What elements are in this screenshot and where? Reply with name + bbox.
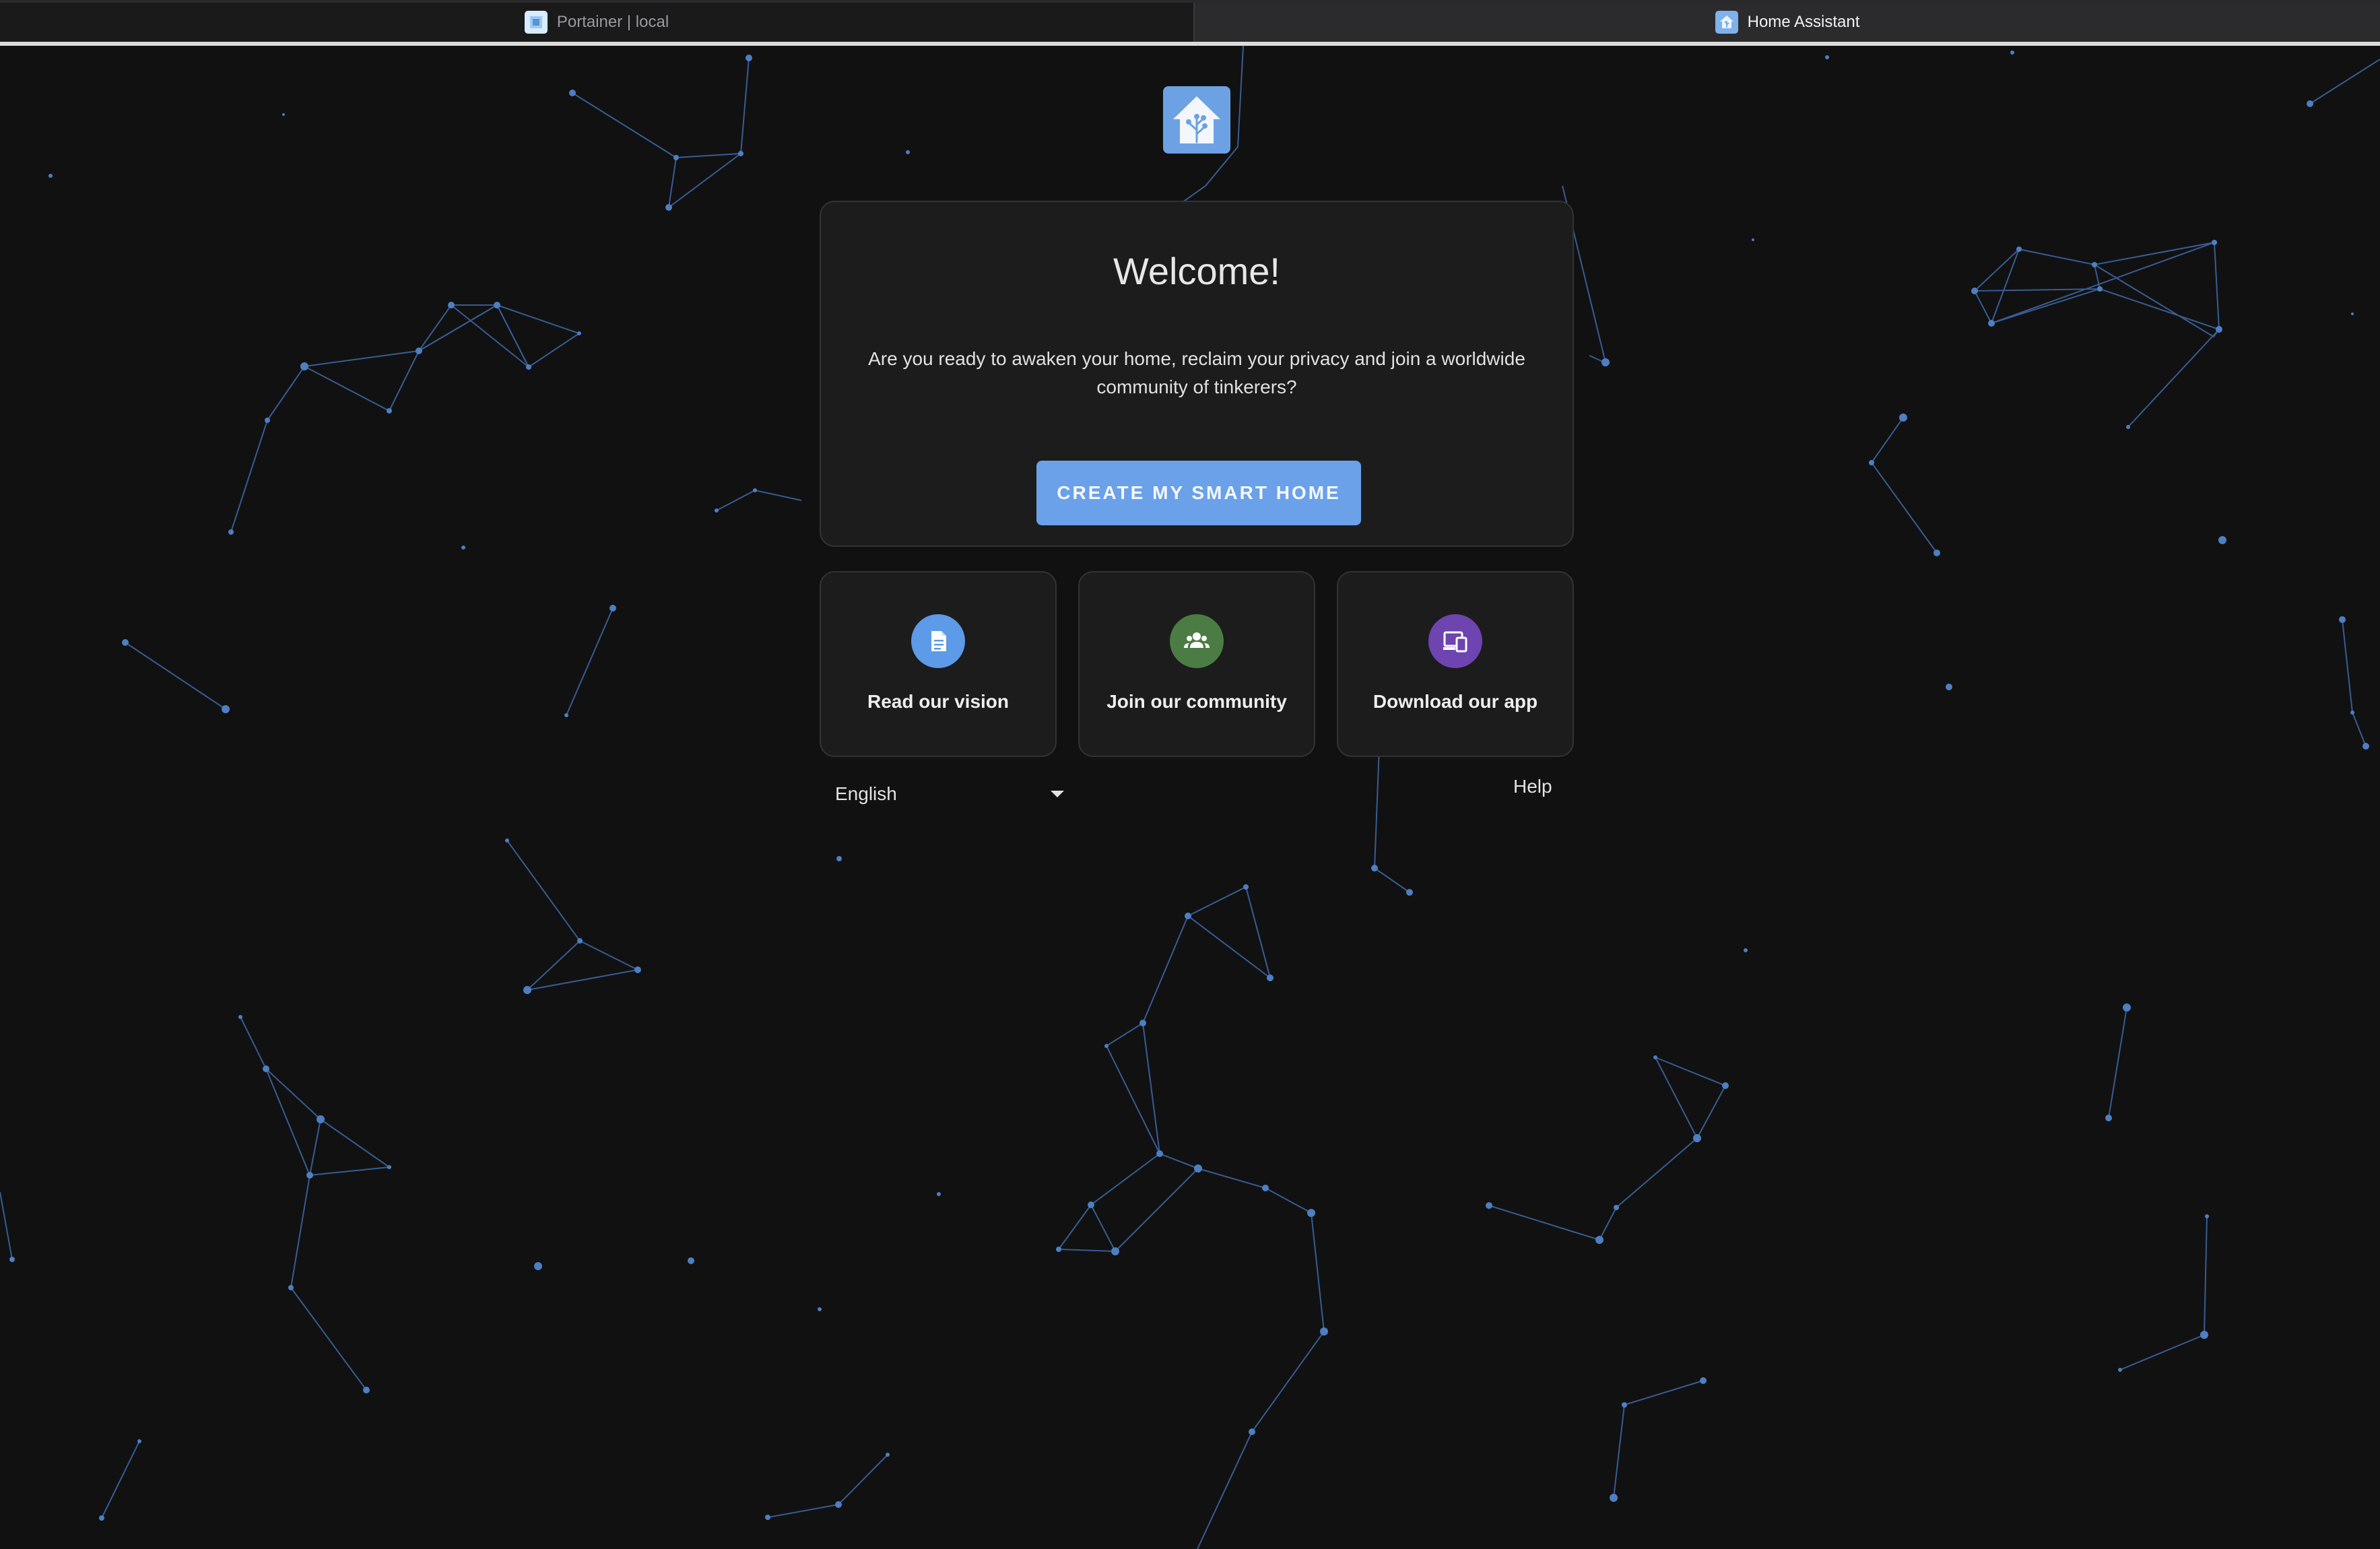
download-our-app-label: Download our app <box>1373 691 1538 712</box>
onboarding-page: Welcome! Are you ready to awaken your ho… <box>0 46 2380 1549</box>
browser-tab-bar: Portainer | local Home Assistant <box>0 0 2380 42</box>
people-icon <box>1170 614 1224 668</box>
tab-title: Portainer | local <box>556 13 669 31</box>
language-select[interactable]: English <box>835 777 1064 811</box>
chevron-down-icon <box>1051 791 1064 797</box>
read-our-vision-label: Read our vision <box>867 691 1010 712</box>
tab-title: Home Assistant <box>1747 13 1860 31</box>
download-our-app-card[interactable]: Download our app <box>1337 571 1574 757</box>
language-value: English <box>835 783 897 804</box>
join-our-community-label: Join our community <box>1106 691 1287 712</box>
create-my-smart-home-button[interactable]: CREATE MY SMART HOME <box>1036 461 1361 525</box>
tab-portainer[interactable]: Portainer | local <box>0 3 1195 42</box>
home-assistant-favicon-icon <box>1715 11 1738 34</box>
help-link[interactable]: Help <box>1513 776 1552 797</box>
read-our-vision-card[interactable]: Read our vision <box>820 571 1057 757</box>
devices-icon <box>1428 614 1482 668</box>
portainer-favicon-icon <box>524 11 548 34</box>
join-our-community-card[interactable]: Join our community <box>1078 571 1315 757</box>
home-assistant-logo-icon <box>1163 86 1230 154</box>
tab-home-assistant[interactable]: Home Assistant <box>1195 3 2380 42</box>
welcome-card: Welcome! Are you ready to awaken your ho… <box>820 201 1574 547</box>
welcome-description: Are you ready to awaken your home, recla… <box>868 348 1525 397</box>
welcome-title: Welcome! <box>1113 250 1280 292</box>
document-icon <box>911 614 965 668</box>
